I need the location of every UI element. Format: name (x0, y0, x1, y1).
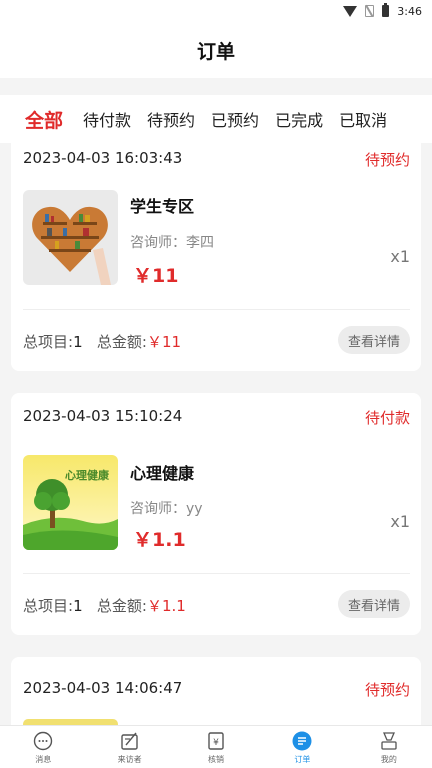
counselor-name: 李四 (186, 235, 214, 251)
bookshelf-heart-image (23, 190, 118, 285)
tab-completed[interactable]: 已完成 (275, 107, 323, 131)
counselor-info: 咨询师：yy (130, 498, 203, 518)
nav-label: 消息 (35, 755, 52, 764)
order-status: 待付款 (364, 409, 410, 427)
nav-label: 我的 (380, 755, 397, 764)
order-card[interactable]: 2023-04-03 14:06:47 待预约 (11, 657, 421, 725)
order-time: 2023-04-03 15:10:24 (23, 407, 183, 425)
order-tabs: 全部 待付款 待预约 已预约 已完成 已取消 (0, 95, 432, 143)
nav-item-verify[interactable]: ¥ 核销 (173, 726, 259, 768)
no-sim-icon (365, 5, 375, 17)
visitor-icon (120, 732, 138, 750)
order-list[interactable]: 2023-04-03 16:03:43 待预约 学生专区 咨询师：李四 ￥11 … (0, 143, 432, 725)
verify-icon: ¥ (208, 732, 224, 750)
view-detail-button[interactable]: 查看详情 (338, 590, 410, 618)
counselor-name: yy (186, 501, 203, 517)
status-bar: 3:46 (0, 0, 432, 22)
items-count: 1 (73, 333, 83, 351)
message-icon (34, 731, 53, 751)
tab-pending-payment[interactable]: 待付款 (83, 107, 131, 131)
product-quantity: x1 (390, 512, 410, 531)
total-amount: ￥11 (146, 333, 182, 351)
nav-label: 核销 (208, 755, 225, 764)
product-thumbnail[interactable] (23, 190, 118, 285)
bottom-navigation: 消息 来访者 ¥ 核销 订单 我的 (0, 725, 432, 768)
product-quantity: x1 (390, 247, 410, 266)
order-summary: 总项目:1 总金额:￥11 (23, 331, 181, 352)
status-time: 3:46 (397, 4, 422, 18)
product-price: ￥1.1 (133, 529, 186, 551)
product-name: 学生专区 (130, 197, 195, 216)
nav-item-message[interactable]: 消息 (0, 726, 86, 768)
tab-all[interactable]: 全部 (25, 106, 63, 133)
product-name: 心理健康 (130, 464, 195, 483)
tab-booked[interactable]: 已预约 (211, 107, 259, 131)
view-detail-button[interactable]: 查看详情 (338, 326, 410, 354)
tab-pending-booking[interactable]: 待预约 (147, 107, 195, 131)
order-status: 待预约 (364, 151, 410, 169)
product-thumbnail[interactable]: 心理健康 (23, 455, 118, 550)
total-label: 总金额: (96, 333, 147, 351)
order-summary: 总项目:1 总金额:￥1.1 (23, 595, 186, 616)
counselor-info: 咨询师：李四 (130, 232, 214, 252)
total-label: 总金额: (96, 597, 147, 615)
wifi-icon (343, 5, 358, 17)
nav-item-profile[interactable]: 我的 (346, 726, 432, 768)
nav-item-visitor[interactable]: 来访者 (86, 726, 172, 768)
order-time: 2023-04-03 14:06:47 (23, 679, 183, 697)
order-status: 待预约 (364, 681, 410, 699)
order-card[interactable]: 2023-04-03 15:10:24 待付款 心理健康 心理健康 咨询师：yy… (11, 393, 421, 635)
page-title: 订单 (196, 40, 235, 63)
counselor-label: 咨询师： (130, 501, 186, 517)
nav-label: 订单 (294, 755, 311, 764)
total-amount: ￥1.1 (146, 597, 186, 615)
profile-icon (381, 732, 397, 750)
divider (23, 309, 410, 310)
tab-cancelled[interactable]: 已取消 (339, 107, 387, 131)
nav-label: 来访者 (117, 755, 142, 764)
items-count: 1 (73, 597, 83, 615)
counselor-label: 咨询师： (130, 235, 186, 251)
battery-icon (382, 3, 390, 17)
order-icon (292, 731, 312, 751)
divider (23, 573, 410, 574)
page-header: 订单 (0, 22, 432, 78)
thumbnail-caption: 心理健康 (65, 469, 109, 482)
product-price: ￥11 (133, 265, 179, 287)
nav-item-order[interactable]: 订单 (259, 726, 345, 768)
svg-text:¥: ¥ (213, 738, 219, 748)
order-time: 2023-04-03 16:03:43 (23, 149, 183, 167)
order-card[interactable]: 2023-04-03 16:03:43 待预约 学生专区 咨询师：李四 ￥11 … (11, 143, 421, 371)
items-label: 总项目: (23, 597, 74, 615)
items-label: 总项目: (23, 333, 74, 351)
